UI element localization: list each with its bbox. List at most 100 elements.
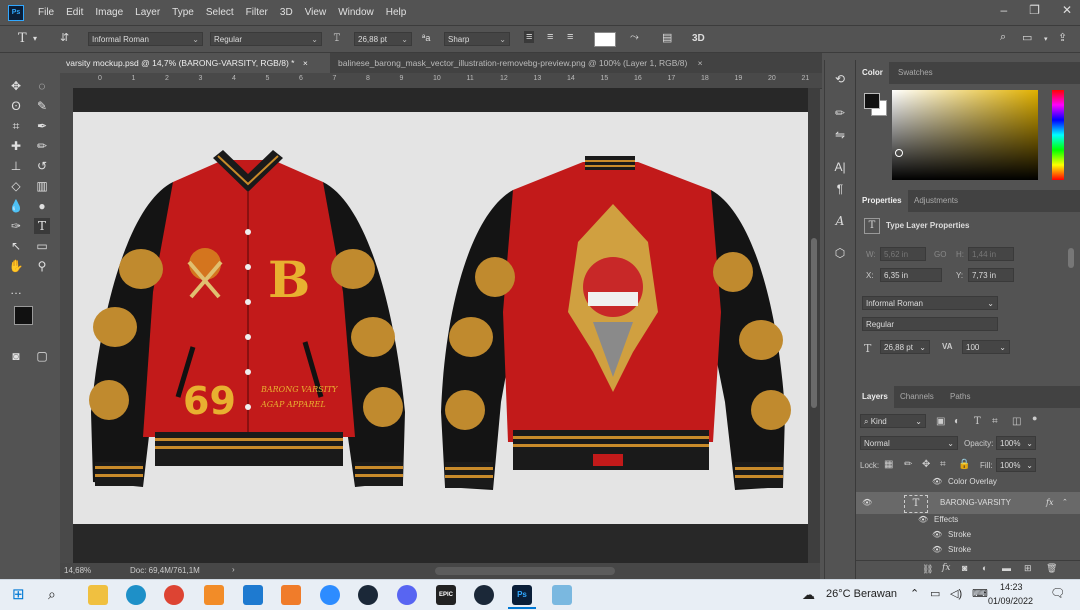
- visibility-eye-icon[interactable]: 👁: [862, 492, 872, 514]
- tab-adjustments[interactable]: Adjustments: [908, 190, 964, 212]
- tab-properties[interactable]: Properties: [856, 190, 908, 212]
- scroll-thumb[interactable]: [811, 238, 817, 408]
- type-tool-icon[interactable]: T: [18, 31, 27, 46]
- layer-effects-row[interactable]: 👁 Effects: [856, 512, 1080, 528]
- type-tool-icon[interactable]: T: [34, 218, 50, 234]
- layer-effect-row[interactable]: 👁 Color Overlay: [856, 474, 1080, 490]
- properties-scroll-thumb[interactable]: [1068, 248, 1074, 268]
- lock-transparent-icon[interactable]: ▦: [884, 459, 893, 470]
- visibility-eye-icon[interactable]: 👁: [918, 512, 928, 528]
- healing-brush-tool-icon[interactable]: ✚: [8, 138, 24, 154]
- menu-window[interactable]: Window: [338, 7, 374, 18]
- discord-icon[interactable]: [397, 585, 417, 605]
- more-tools-icon[interactable]: …: [8, 282, 24, 298]
- weather-icon[interactable]: ☁: [802, 587, 815, 603]
- lock-all-icon[interactable]: 🔒: [958, 459, 970, 470]
- quick-mask-icon[interactable]: ◙: [8, 348, 24, 364]
- align-right-icon[interactable]: ≡: [567, 31, 573, 43]
- delete-layer-icon[interactable]: 🗑: [1046, 563, 1057, 574]
- menu-view[interactable]: View: [305, 7, 327, 18]
- tab-barong-mask[interactable]: balinese_barong_mask_vector_illustration…: [332, 53, 752, 73]
- restore-icon[interactable]: ❐: [1029, 3, 1040, 17]
- history-brush-tool-icon[interactable]: ↺: [34, 158, 50, 174]
- tab-close-icon[interactable]: ×: [698, 58, 703, 68]
- lock-pixels-icon[interactable]: ✏: [904, 459, 912, 470]
- add-style-icon[interactable]: fx: [942, 563, 950, 573]
- notepad-icon[interactable]: [552, 585, 572, 605]
- menu-3d[interactable]: 3D: [280, 7, 293, 18]
- photoshop-taskbar-icon[interactable]: Ps: [512, 585, 532, 605]
- menu-file[interactable]: File: [38, 7, 54, 18]
- vertical-scrollbar[interactable]: [808, 88, 820, 563]
- filter-type-icon[interactable]: T: [974, 416, 981, 427]
- marquee-tool-icon[interactable]: ◌: [34, 78, 50, 94]
- tracking-field[interactable]: 100 ⌄: [962, 340, 1010, 354]
- antialias-select[interactable]: Sharp ⌄: [444, 32, 510, 46]
- h-field[interactable]: 1,44 in: [968, 247, 1014, 261]
- lasso-tool-icon[interactable]: ʘ: [8, 98, 24, 114]
- character-panel-icon[interactable]: ▤: [662, 31, 672, 44]
- tab-swatches[interactable]: Swatches: [892, 62, 939, 84]
- epic-games-icon[interactable]: EPIC: [436, 585, 456, 605]
- layer-stroke-row-1[interactable]: 👁 Stroke: [856, 527, 1080, 543]
- filter-pixel-icon[interactable]: ▣: [936, 416, 945, 427]
- rectangle-tool-icon[interactable]: ▭: [34, 238, 50, 254]
- y-field[interactable]: 7,73 in: [968, 268, 1014, 282]
- taskbar-search-icon[interactable]: ⌕: [48, 586, 56, 603]
- hand-tool-icon[interactable]: ✋: [8, 258, 24, 274]
- gradient-tool-icon[interactable]: ▥: [34, 178, 50, 194]
- network-icon[interactable]: ▭: [930, 587, 940, 600]
- share-icon[interactable]: ⇪: [1058, 31, 1067, 44]
- add-mask-icon[interactable]: ◙: [962, 563, 967, 573]
- history-icon[interactable]: ⟲: [833, 72, 847, 86]
- adjustment-layer-icon[interactable]: ◐: [982, 563, 987, 573]
- character-icon[interactable]: A|: [833, 160, 847, 174]
- tool-preset-chevron-icon[interactable]: ▾: [33, 34, 37, 43]
- 3d-cube-icon[interactable]: ⬡: [833, 246, 847, 260]
- prop-font-family-select[interactable]: Informal Roman ⌄: [862, 296, 998, 310]
- 3d-icon[interactable]: 3D: [692, 33, 705, 44]
- chrome-icon[interactable]: [164, 585, 184, 605]
- filter-toggle-icon[interactable]: ●: [1032, 413, 1037, 423]
- prop-font-style-select[interactable]: Regular: [862, 317, 998, 331]
- zoom-tool-icon[interactable]: ⚲: [34, 258, 50, 274]
- blend-mode-select[interactable]: Normal ⌄: [860, 436, 958, 450]
- tab-varsity-mockup[interactable]: varsity mockup.psd @ 14,7% (BARONG-VARSI…: [60, 53, 330, 73]
- visibility-eye-icon[interactable]: 👁: [932, 474, 942, 490]
- minimize-icon[interactable]: –: [1000, 3, 1007, 17]
- keyboard-icon[interactable]: ⌨: [972, 587, 988, 600]
- color-picker-cursor[interactable]: [895, 149, 903, 157]
- filter-shape-icon[interactable]: ⌗: [992, 416, 998, 427]
- file-explorer-icon[interactable]: [88, 585, 108, 605]
- align-left-icon[interactable]: ≡: [524, 31, 535, 43]
- fill-field[interactable]: 100% ⌄: [996, 458, 1036, 472]
- menu-select[interactable]: Select: [206, 7, 234, 18]
- steam-2-icon[interactable]: [474, 585, 494, 605]
- collapse-arrow-icon[interactable]: ⌃: [1062, 492, 1068, 514]
- fx-icon[interactable]: fx: [1046, 492, 1053, 514]
- quick-select-tool-icon[interactable]: ✎: [34, 98, 50, 114]
- volume-icon[interactable]: ◁): [950, 587, 962, 600]
- sliders-icon[interactable]: ⇋: [833, 128, 847, 142]
- tray-chevron-icon[interactable]: ⌃: [910, 587, 919, 600]
- layer-name[interactable]: BARONG-VARSITY: [940, 492, 1011, 514]
- foreground-color-swatch[interactable]: [14, 306, 33, 325]
- brush-settings-icon[interactable]: ✏: [833, 106, 847, 120]
- new-group-icon[interactable]: ▬: [1002, 563, 1011, 573]
- tab-color[interactable]: Color: [856, 62, 889, 84]
- search-icon[interactable]: ⌕: [1000, 31, 1006, 44]
- font-size-select[interactable]: 26,88 pt ⌄: [354, 32, 412, 46]
- path-select-tool-icon[interactable]: ↖: [8, 238, 24, 254]
- color-picker-field[interactable]: [892, 90, 1038, 180]
- tab-layers[interactable]: Layers: [856, 386, 894, 408]
- menu-edit[interactable]: Edit: [66, 7, 83, 18]
- clock-time[interactable]: 14:23: [1000, 582, 1023, 592]
- lock-position-icon[interactable]: ✥: [922, 459, 930, 470]
- layer-filter-select[interactable]: ⌕ Kind ⌄: [860, 414, 926, 428]
- x-field[interactable]: 6,35 in: [880, 268, 942, 282]
- paragraph-icon[interactable]: ¶: [833, 182, 847, 196]
- crop-tool-icon[interactable]: ⌗: [8, 118, 24, 134]
- text-orientation-icon[interactable]: ⇵: [60, 31, 69, 44]
- blur-tool-icon[interactable]: 💧: [8, 198, 24, 214]
- status-menu-icon[interactable]: ›: [232, 565, 235, 574]
